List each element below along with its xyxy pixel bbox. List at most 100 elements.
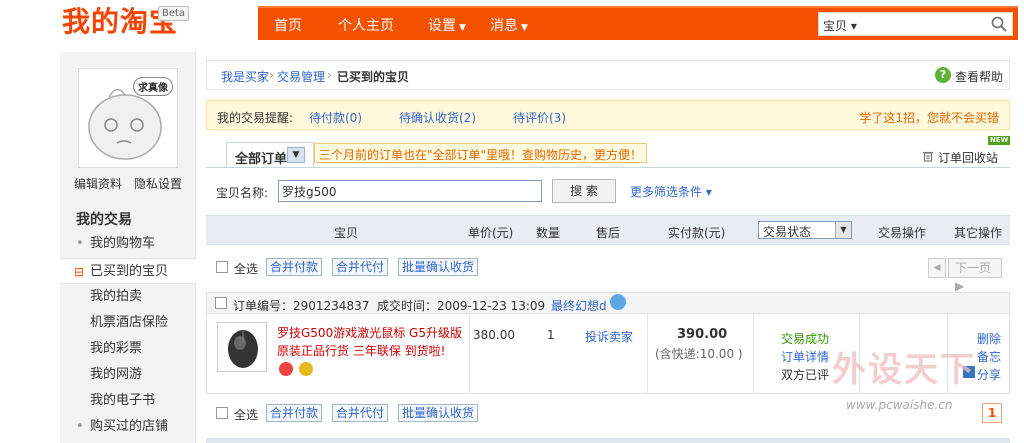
order-checkbox[interactable] <box>215 297 227 309</box>
nav-profile[interactable]: 个人主页 <box>338 15 394 35</box>
order-header: 订单编号：2901234837 成交时间：2009-12-23 13:09 最终… <box>206 292 1010 314</box>
sidebar-item-cart[interactable]: 我的购物车 <box>60 231 196 257</box>
item-thumbnail[interactable] <box>217 322 267 372</box>
nav-profile-label: 个人主页 <box>338 18 394 34</box>
breadcrumb: 我是买家 › 交易管理 › 已买到的宝贝 ? 查看帮助 <box>206 60 1010 90</box>
chevron-down-icon: ▼ <box>459 23 466 33</box>
unit-price: 380.00 <box>473 328 515 342</box>
reminder-pending-payment[interactable]: 待付款(0) <box>309 109 362 126</box>
complain-seller-link[interactable]: 投诉卖家 <box>585 328 633 345</box>
reminder-pending-review[interactable]: 待评价(3) <box>513 109 566 126</box>
status-select-label: 交易状态 <box>763 225 812 239</box>
edit-profile-link[interactable]: 编辑资料 <box>74 175 122 192</box>
merge-pay-button[interactable]: 合并付款 <box>266 258 323 276</box>
tab-all-orders[interactable]: 全部订单 ▼ <box>226 142 314 168</box>
help-link[interactable]: 查看帮助 <box>955 68 1003 85</box>
chevron-down-icon: ▼ <box>521 23 528 33</box>
reminder-bar: 我的交易提醒: 待付款(0) 待确认收货(2) 待评价(3) 学了这1招，您就不… <box>206 100 1010 130</box>
breadcrumb-buyer[interactable]: 我是买家 <box>221 68 269 85</box>
th-paid: 实付款(元) <box>668 226 726 240</box>
th-price: 单价(元) <box>468 226 514 240</box>
share-link[interactable]: 分享 <box>977 366 1001 383</box>
quantity: 1 <box>547 328 555 342</box>
breadcrumb-current: 已买到的宝贝 <box>337 70 410 84</box>
sidebar-item-bought[interactable]: 已买到的宝贝 <box>60 258 197 285</box>
breadcrumb-trade[interactable]: 交易管理 <box>277 68 325 85</box>
batch-confirm-button[interactable]: 批量确认收货 <box>398 404 479 422</box>
tab-hint[interactable]: 三个月前的订单也在"全部订单"里哦！查购物历史，更方便！ <box>314 143 648 163</box>
trash-icon <box>923 151 933 162</box>
column-divider <box>753 314 754 394</box>
page-number-button[interactable]: 1 <box>982 403 1002 423</box>
chevron-down-icon: ▼ <box>835 222 851 238</box>
seller-link[interactable]: 最终幻想d <box>551 297 607 314</box>
nav-messages[interactable]: 消息 ▼ <box>490 15 528 35</box>
select-all-checkbox[interactable] <box>216 261 228 273</box>
th-trade-ops: 交易操作 <box>878 226 927 240</box>
tab-all-orders-label: 全部订单 <box>235 152 288 167</box>
bulk-actions-bottom: 全选 合并付款 合并代付 批量确认收货 <box>206 398 1010 428</box>
sidebar-title: 我的交易 <box>76 212 132 228</box>
reminder-label: 我的交易提醒: <box>217 111 294 125</box>
merge-proxy-button[interactable]: 合并代付 <box>332 258 389 276</box>
avatar-bubble: 求真像 <box>133 77 173 96</box>
search-input[interactable]: 宝贝 ▾ <box>818 12 1013 36</box>
prev-page-button[interactable]: ◀ <box>928 258 946 278</box>
sidebar-item-travel[interactable]: 机票酒店保险 <box>60 310 196 336</box>
guarantee-icon <box>279 362 293 376</box>
search-button[interactable]: 搜 索 <box>552 179 616 203</box>
delete-link[interactable]: 删除 <box>977 330 1001 347</box>
help-icon[interactable]: ? <box>935 67 951 83</box>
th-item: 宝贝 <box>334 226 359 240</box>
sidebar-item-lottery[interactable]: 我的彩票 <box>60 336 196 362</box>
merge-proxy-button[interactable]: 合并代付 <box>332 404 389 422</box>
beta-badge: Beta <box>158 6 190 21</box>
item-title-link[interactable]: 罗技G500游戏激光鼠标 G5升级版 原装正品行货 三年联保 到货啦! <box>277 324 477 360</box>
sidebar-item-auction[interactable]: 我的拍卖 <box>60 284 196 310</box>
batch-confirm-button[interactable]: 批量确认收货 <box>398 258 479 276</box>
nav-settings[interactable]: 设置 ▼ <box>428 15 466 35</box>
next-page-button[interactable]: 下一页 ▶ <box>948 258 1002 293</box>
search-category-select[interactable]: 宝贝 ▾ <box>823 17 857 34</box>
avatar[interactable]: 求真像 <box>78 68 178 168</box>
reminder-tip[interactable]: 学了这1招，您就不会买错 <box>859 109 999 126</box>
nav-settings-label: 设置 <box>428 18 456 34</box>
reminder-pending-receipt[interactable]: 待确认收货(2) <box>399 109 476 126</box>
sidebar-item-games[interactable]: 我的网游 <box>60 362 196 388</box>
more-filters-link[interactable]: 更多筛选条件 ▾ <box>630 183 712 200</box>
chat-icon[interactable] <box>610 294 626 310</box>
select-all-label: 全选 <box>234 408 259 422</box>
share-icon <box>963 366 975 378</box>
order-time: 成交时间：2009-12-23 13:09 <box>377 299 546 313</box>
select-all-checkbox[interactable] <box>216 407 228 419</box>
sidebar-item-shops[interactable]: 购买过的店铺 <box>60 414 196 440</box>
shipping-fee: (含快递:10.00 ) <box>655 347 743 361</box>
select-all-label: 全选 <box>234 262 259 276</box>
sidebar-item-ebooks[interactable]: 我的电子书 <box>60 388 196 414</box>
merge-pay-button[interactable]: 合并付款 <box>266 404 323 422</box>
nav-messages-label: 消息 <box>490 18 518 34</box>
column-divider <box>647 314 648 394</box>
order-detail-link[interactable]: 订单详情 <box>781 348 829 365</box>
main-content: 我是买家 › 交易管理 › 已买到的宝贝 ? 查看帮助 我的交易提醒: 待付款(… <box>206 52 1011 443</box>
search-icon[interactable] <box>990 15 1008 33</box>
nav-home[interactable]: 首页 <box>274 15 302 35</box>
item-name-label: 宝贝名称: <box>216 186 269 200</box>
item-name-input[interactable] <box>278 180 542 202</box>
status-select[interactable]: 交易状态 ▼ <box>758 221 852 239</box>
memo-link[interactable]: 备忘 <box>977 348 1001 365</box>
column-divider <box>859 314 860 394</box>
nav-home-label: 首页 <box>274 18 302 34</box>
trade-status: 交易成功 <box>781 332 830 346</box>
recycle-bin-link[interactable]: 订单回收站 <box>938 149 998 166</box>
order-number: 订单编号：2901234837 <box>233 299 370 313</box>
privacy-settings-link[interactable]: 隐私设置 <box>134 175 182 192</box>
mouse-icon <box>228 330 258 368</box>
th-other-ops: 其它操作 <box>954 226 1003 240</box>
genuine-icon <box>299 362 313 376</box>
new-badge: NEW <box>988 136 1011 145</box>
order-row: 罗技G500游戏激光鼠标 G5升级版 原装正品行货 三年联保 到货啦! 380.… <box>206 314 1010 394</box>
th-after-sale: 售后 <box>596 226 621 240</box>
table-header: 宝贝 单价(元) 数量 售后 实付款(元) 交易状态 ▼ 交易操作 其它操作 <box>206 215 1010 245</box>
chevron-down-icon[interactable]: ▼ <box>287 147 305 163</box>
